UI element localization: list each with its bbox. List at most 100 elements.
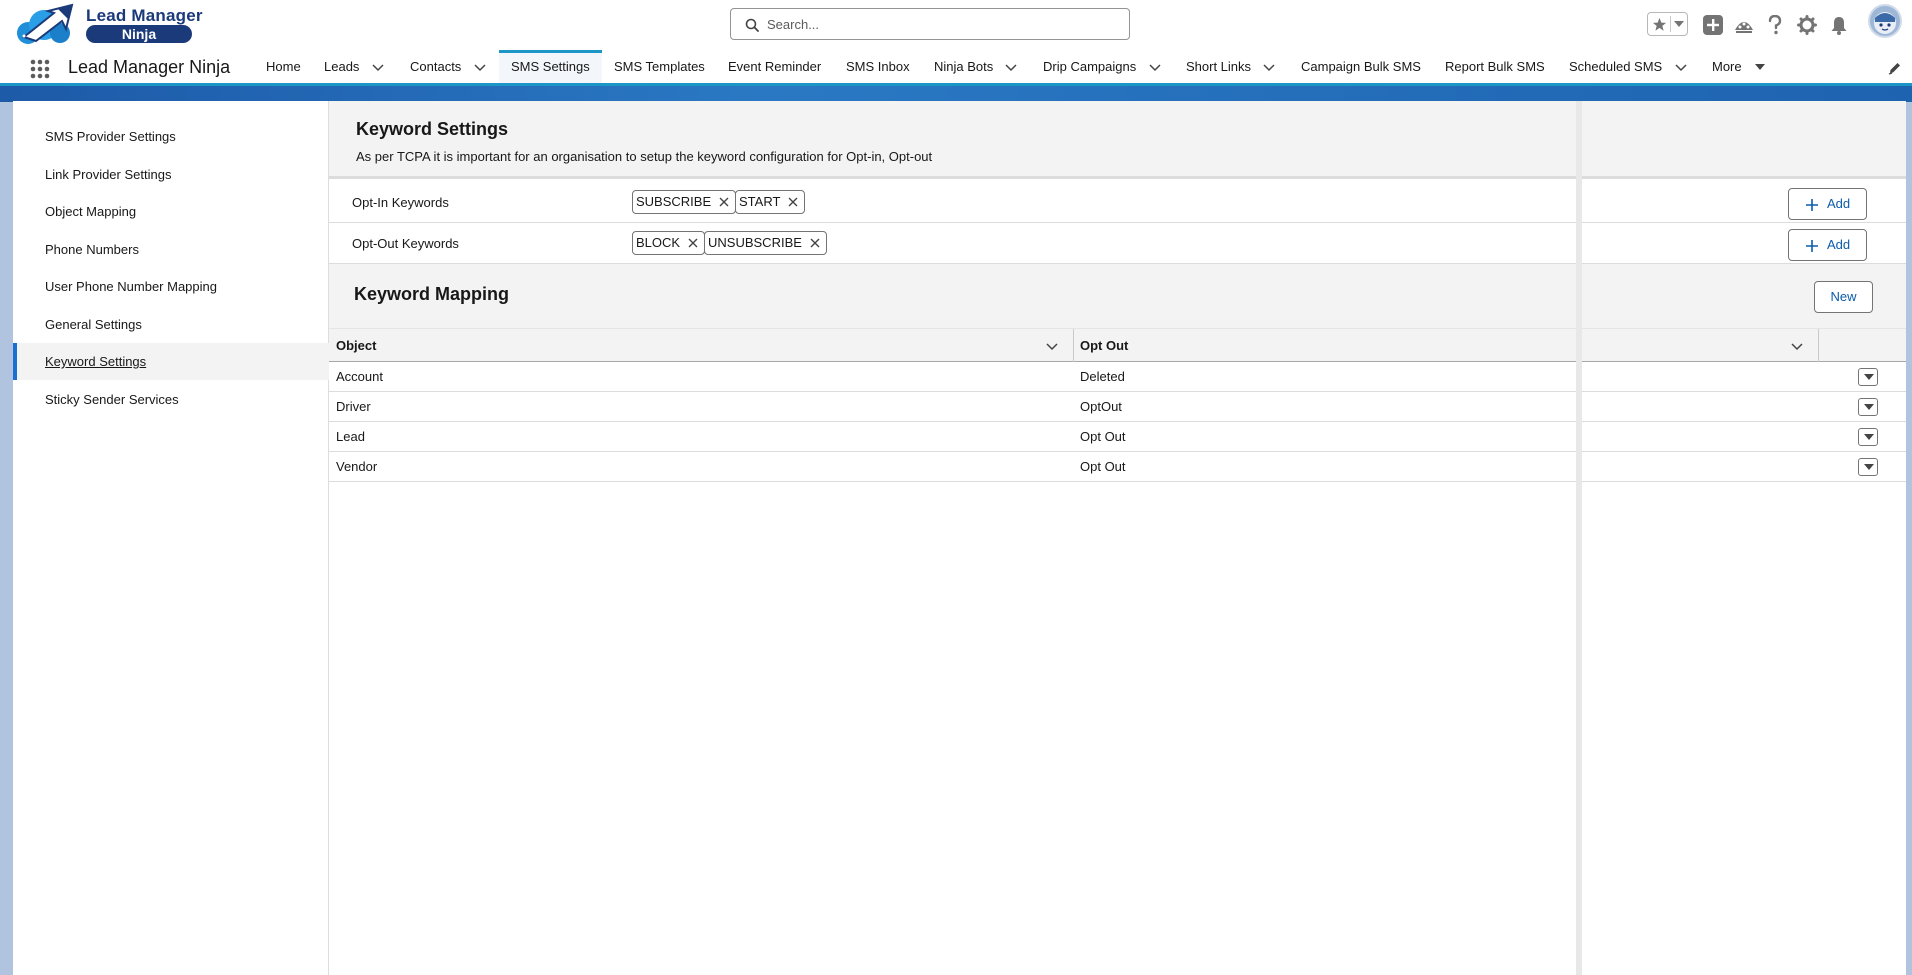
search-input[interactable] xyxy=(767,13,1117,35)
edit-pencil-icon[interactable] xyxy=(1888,61,1902,75)
row-actions-button[interactable] xyxy=(1858,368,1878,386)
nav-item-sms-settings[interactable]: SMS Settings xyxy=(499,50,602,83)
table-header: Object Opt Out xyxy=(329,328,1906,362)
short-links-menu-chevron-down-icon[interactable] xyxy=(1263,61,1275,73)
logo-badge: Ninja xyxy=(86,25,192,43)
scheduled-sms-menu-chevron-down-icon[interactable] xyxy=(1675,61,1687,73)
close-icon[interactable] xyxy=(788,197,798,207)
nav-item-short-links[interactable]: Short Links xyxy=(1174,50,1263,83)
new-mapping-button[interactable]: New xyxy=(1814,281,1873,313)
close-icon[interactable] xyxy=(810,238,820,248)
settings-sidebar: SMS Provider Settings Link Provider Sett… xyxy=(13,101,329,975)
trailhead-button[interactable] xyxy=(1732,13,1756,37)
keyword-mapping-header: Keyword Mapping New xyxy=(329,264,1906,328)
keyword-pill-label: BLOCK xyxy=(636,235,681,250)
avatar[interactable] xyxy=(1868,4,1902,38)
scrollbar[interactable] xyxy=(1576,101,1582,975)
chevron-down-icon[interactable] xyxy=(1674,21,1684,28)
opt-out-keywords-label: Opt-Out Keywords xyxy=(352,236,459,251)
nav-item-label: Scheduled SMS xyxy=(1569,59,1663,74)
global-header: Lead Manager Ninja xyxy=(0,0,1912,50)
more-menu-chevron-down-icon[interactable] xyxy=(1754,61,1766,73)
column-header-object[interactable]: Object xyxy=(329,329,1073,362)
global-actions-button[interactable] xyxy=(1701,13,1725,37)
opt-out-keywords-row: Opt-Out Keywords BLOCK UNSUBSCRIBE Add xyxy=(329,223,1906,264)
leads-menu-chevron-down-icon[interactable] xyxy=(372,61,384,73)
keyword-pill-subscribe[interactable]: SUBSCRIBE xyxy=(632,190,737,214)
plus-icon xyxy=(1806,240,1818,252)
app-launcher-icon[interactable] xyxy=(29,58,51,80)
nav-item-drip-campaigns[interactable]: Drip Campaigns xyxy=(1031,50,1148,83)
nav-item-scheduled-sms[interactable]: Scheduled SMS xyxy=(1557,50,1674,83)
row-actions-button[interactable] xyxy=(1858,398,1878,416)
chevron-down-icon[interactable] xyxy=(1791,340,1803,352)
table-row: Vendor Opt Out xyxy=(329,452,1906,482)
nav-item-sms-inbox[interactable]: SMS Inbox xyxy=(834,50,922,83)
sidebar-item-label: Phone Numbers xyxy=(45,242,139,257)
keyword-settings-header: Keyword Settings As per TCPA it is impor… xyxy=(329,101,1906,179)
sidebar-item-sms-provider-settings[interactable]: SMS Provider Settings xyxy=(13,118,329,155)
page-description: As per TCPA it is important for an organ… xyxy=(356,149,933,164)
nav-item-label: Short Links xyxy=(1186,59,1252,74)
keyword-pill-block[interactable]: BLOCK xyxy=(632,231,706,255)
nav-item-label: Contacts xyxy=(410,59,462,74)
nav-item-label: Home xyxy=(266,59,301,74)
close-icon[interactable] xyxy=(688,238,698,248)
nav-item-event-reminder[interactable]: Event Reminder xyxy=(716,50,833,83)
drip-campaigns-menu-chevron-down-icon[interactable] xyxy=(1149,61,1161,73)
sidebar-item-sticky-sender-services[interactable]: Sticky Sender Services xyxy=(13,381,329,418)
sidebar-item-label: Sticky Sender Services xyxy=(45,392,179,407)
sidebar-item-general-settings[interactable]: General Settings xyxy=(13,306,329,343)
row-actions-button[interactable] xyxy=(1858,428,1878,446)
cell-opt-out: Opt Out xyxy=(1080,459,1126,474)
ninja-bots-menu-chevron-down-icon[interactable] xyxy=(1005,61,1017,73)
nav-item-leads[interactable]: Leads xyxy=(311,50,372,83)
chevron-down-icon xyxy=(1864,434,1874,440)
nav-item-label: Report Bulk SMS xyxy=(1445,59,1545,74)
column-header-opt-out[interactable]: Opt Out xyxy=(1073,329,1818,362)
sidebar-item-phone-numbers[interactable]: Phone Numbers xyxy=(13,231,329,268)
row-actions-button[interactable] xyxy=(1858,458,1878,476)
nav-item-ninja-bots[interactable]: Ninja Bots xyxy=(922,50,1005,83)
sidebar-item-label: User Phone Number Mapping xyxy=(45,279,217,294)
sidebar-item-object-mapping[interactable]: Object Mapping xyxy=(13,193,329,230)
page-title: Keyword Settings xyxy=(356,119,509,139)
plus-icon xyxy=(1806,199,1818,211)
bell-icon xyxy=(1831,17,1847,35)
app-logo[interactable]: Lead Manager Ninja xyxy=(14,3,203,45)
sidebar-item-label: General Settings xyxy=(45,317,142,332)
nav-item-home[interactable]: Home xyxy=(253,50,314,83)
nav-item-more[interactable]: More xyxy=(1700,50,1754,83)
add-button-label: Add xyxy=(1827,237,1851,252)
search-icon xyxy=(745,18,759,32)
contacts-menu-chevron-down-icon[interactable] xyxy=(474,61,486,73)
notifications-button[interactable] xyxy=(1827,13,1851,37)
add-opt-in-keyword-button[interactable]: Add xyxy=(1788,188,1867,220)
sidebar-item-keyword-settings[interactable]: Keyword Settings xyxy=(13,343,329,380)
app-navigation-bar: Lead Manager Ninja Home Leads Contacts S… xyxy=(0,50,1912,86)
setup-button[interactable] xyxy=(1795,13,1819,37)
help-button[interactable] xyxy=(1763,13,1787,37)
sidebar-item-user-phone-number-mapping[interactable]: User Phone Number Mapping xyxy=(13,268,329,305)
nav-item-contacts[interactable]: Contacts xyxy=(397,50,474,83)
keyword-pill-start[interactable]: START xyxy=(735,190,806,214)
favorites-button-group[interactable] xyxy=(1647,12,1688,36)
cell-object: Account xyxy=(336,369,383,384)
nav-item-report-bulk-sms[interactable]: Report Bulk SMS xyxy=(1433,50,1557,83)
keyword-settings-panel: Keyword Settings As per TCPA it is impor… xyxy=(329,101,1906,975)
app-name: Lead Manager Ninja xyxy=(68,57,231,77)
close-icon[interactable] xyxy=(719,197,729,207)
keyword-pill-unsubscribe[interactable]: UNSUBSCRIBE xyxy=(704,231,827,255)
table-row: Driver OptOut xyxy=(329,392,1906,422)
nav-item-label: Leads xyxy=(324,59,360,74)
chevron-down-icon xyxy=(1864,404,1874,410)
nav-item-campaign-bulk-sms[interactable]: Campaign Bulk SMS xyxy=(1289,50,1433,83)
column-divider xyxy=(1818,329,1819,362)
star-icon[interactable] xyxy=(1652,17,1667,32)
column-header-label: Object xyxy=(336,338,377,353)
chevron-down-icon[interactable] xyxy=(1046,340,1058,352)
global-search[interactable] xyxy=(730,8,1130,40)
add-opt-out-keyword-button[interactable]: Add xyxy=(1788,229,1867,261)
nav-item-sms-templates[interactable]: SMS Templates xyxy=(602,50,717,83)
sidebar-item-link-provider-settings[interactable]: Link Provider Settings xyxy=(13,156,329,193)
